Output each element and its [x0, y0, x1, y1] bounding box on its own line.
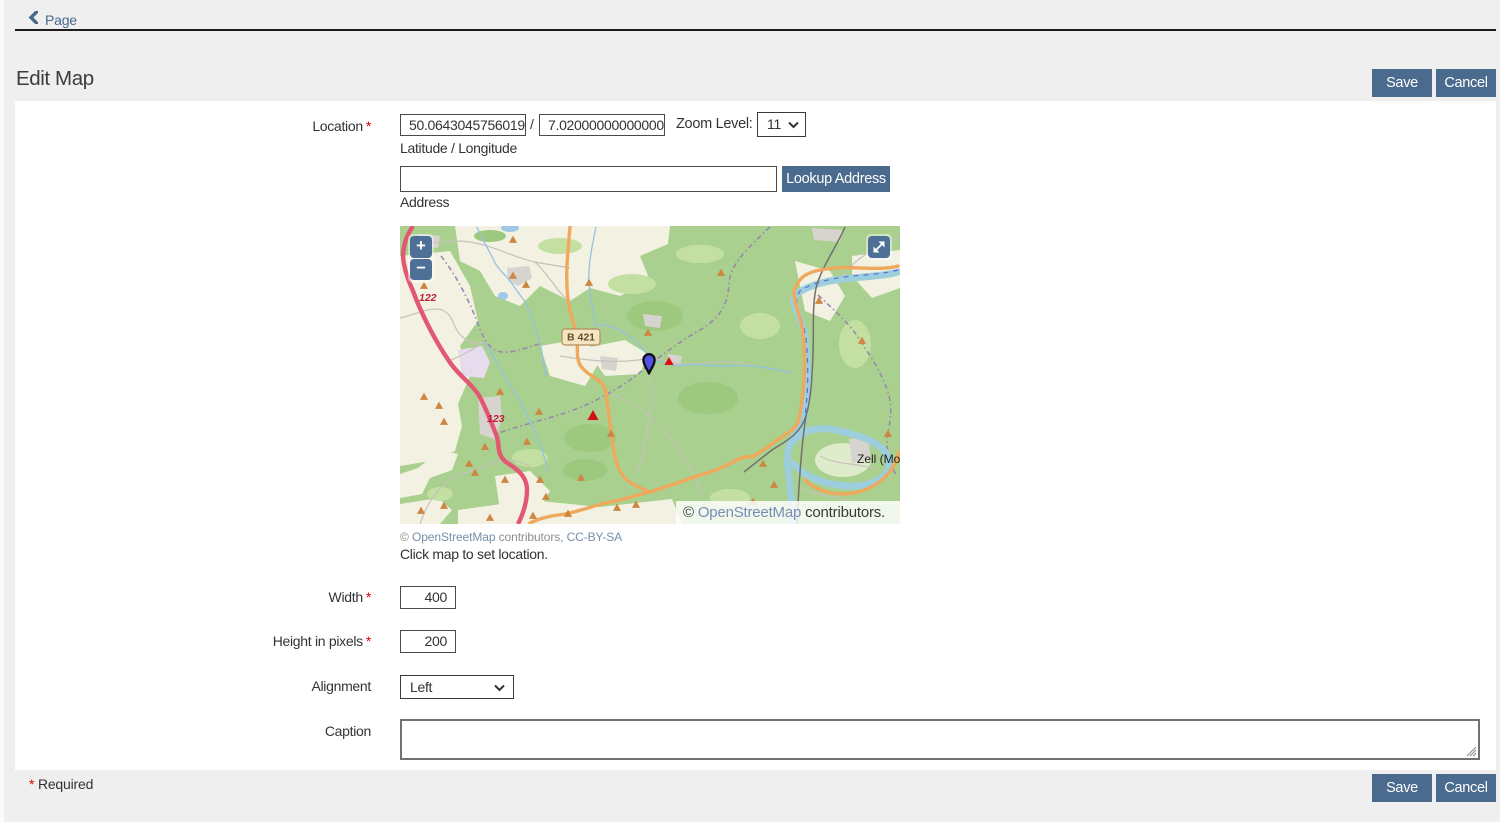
svg-text:122: 122	[419, 292, 437, 304]
svg-text:123: 123	[487, 413, 505, 425]
svg-text:Zell (Mos: Zell (Mos	[857, 452, 900, 466]
svg-text:B 421: B 421	[567, 332, 595, 344]
